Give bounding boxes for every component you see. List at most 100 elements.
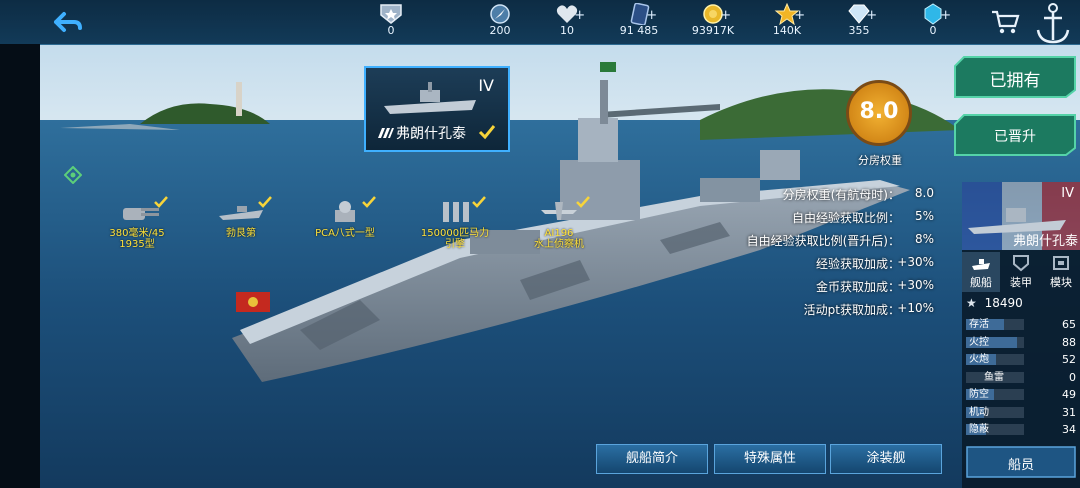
check-icon [576, 196, 590, 208]
check-icon [154, 196, 168, 208]
bonus-value: +10% [897, 301, 934, 315]
stat-label: 火炮 [969, 354, 989, 365]
owned-button[interactable]: 已拥有 [954, 56, 1076, 98]
add-heart-button[interactable]: + [574, 8, 585, 23]
add-gold-button[interactable]: + [720, 8, 731, 23]
selected-ship-card[interactable]: IV 弗朗什孔泰 [364, 66, 510, 152]
armor-tab-icon [1013, 255, 1029, 272]
ship-rating: ★ 18490 [966, 296, 1023, 310]
stat-value: 0 [1069, 370, 1076, 384]
bonus-label: 经验获取加成： [815, 257, 900, 271]
stat-value: 31 [1062, 405, 1076, 419]
portrait-tier: IV [1061, 186, 1074, 201]
module-label: 勃艮第 [226, 228, 256, 239]
stat-label: 鱼雷 [984, 371, 1004, 383]
bonus-row: 自由经验获取比例： 5% [700, 209, 940, 227]
module-sublabel: 引擎 [445, 239, 465, 250]
stat-label: 隐蔽 [969, 424, 989, 435]
add-gem-button[interactable]: + [940, 8, 951, 23]
module-aircraft[interactable]: AI196 水上侦察机 [514, 196, 604, 256]
shopping-cart-icon [992, 10, 1020, 34]
check-icon [362, 196, 376, 208]
module-main-gun[interactable]: 380毫米/45 1935型 [92, 196, 182, 256]
left-screen-edge [0, 44, 40, 488]
tab-label: 舰船 [970, 276, 992, 289]
room-weight-label: 分房权重 [858, 154, 902, 167]
stat-label: 防空 [969, 389, 989, 400]
bonus-row: 经验获取加成： +30% [700, 255, 940, 273]
module-fire-control[interactable]: PCA八式一型 [300, 196, 390, 256]
stat-label: 存活 [969, 319, 989, 330]
promoted-button[interactable]: 已晋升 [954, 114, 1076, 156]
add-card-button[interactable]: + [646, 8, 657, 23]
rank-badge-counter: 0 [346, 0, 436, 44]
ship-portrait: IV 弗朗什孔泰 [962, 182, 1080, 250]
ship-stats-panel: IV 弗朗什孔泰 舰船 装甲 模块 ★ 18490 存活 65 火控 88 火炮 52 鱼雷… [962, 182, 1080, 488]
bonus-label: 自由经验获取比例： [791, 211, 900, 225]
tab-module[interactable]: 模块 [1042, 252, 1080, 292]
gem-counter: + 0 [888, 0, 978, 44]
back-button[interactable] [44, 6, 90, 38]
shop-button[interactable] [990, 8, 1020, 36]
promoted-label: 已晋升 [994, 129, 1036, 145]
tab-armor[interactable]: 装甲 [1002, 252, 1040, 292]
module-label: AI196 [544, 228, 574, 239]
ship-tier: IV [478, 76, 494, 95]
stat-row: 火炮 52 [966, 353, 1078, 366]
bonus-label: 金币获取加成： [815, 280, 900, 294]
ship-tab-icon [972, 259, 990, 270]
tab-label: 装甲 [1010, 276, 1032, 289]
skin-button[interactable]: 涂装舰 [830, 444, 942, 474]
rating-star-icon: ★ [966, 296, 977, 310]
module-tab-icon [1053, 256, 1069, 270]
add-star-button[interactable]: + [794, 8, 805, 23]
bonus-row: 自由经验获取比例(晋升后)： 8% [700, 232, 940, 250]
resource-value: 0 [929, 24, 937, 37]
compass-marker-icon[interactable] [64, 166, 82, 184]
module-hull[interactable]: 勃艮第 [196, 196, 286, 256]
add-diamond-button[interactable]: + [866, 8, 877, 23]
portrait-ship-name: 弗朗什孔泰 [1012, 234, 1078, 249]
owned-label: 已拥有 [989, 71, 1041, 91]
stat-row: 机动 31 [966, 406, 1078, 419]
tab-ship[interactable]: 舰船 [962, 252, 1000, 292]
module-label: 380毫米/45 [109, 228, 165, 239]
room-weight-score: 8.0 [846, 80, 912, 146]
module-engine[interactable]: 150000匹马力 引擎 [410, 196, 500, 256]
bonus-row: 活动pt获取加成： +10% [700, 301, 940, 319]
bonus-label: 活动pt获取加成： [803, 303, 900, 317]
stat-value: 88 [1062, 335, 1076, 349]
crew-button[interactable]: 船员 [966, 446, 1076, 478]
bonus-row: 金币获取加成： +30% [700, 278, 940, 296]
bonus-value: 5% [914, 209, 934, 223]
special-attributes-button[interactable]: 特殊属性 [714, 444, 826, 474]
stat-row: 隐蔽 34 [966, 423, 1078, 436]
crew-label: 船员 [1007, 458, 1034, 473]
ship-name: 弗朗什孔泰 [396, 126, 466, 142]
compass-icon [490, 4, 510, 24]
stat-row: 防空 49 [966, 388, 1078, 401]
bonus-row: 分房权重(有航母时)： 8.0 [700, 186, 940, 204]
ship-thumbnail-icon [384, 82, 476, 114]
port-button[interactable] [1030, 0, 1076, 48]
stat-label: 机动 [969, 406, 989, 418]
top-resource-bar: 0 200 + 10 + 91 485 + 93917K + 140K + 35… [0, 0, 1080, 45]
rating-value: 18490 [984, 296, 1023, 310]
stat-value: 49 [1062, 388, 1076, 401]
bonus-label: 分房权重(有航母时)： [782, 188, 900, 202]
module-label: 150000匹马力 [420, 228, 490, 239]
bonus-label: 自由经验获取比例(晋升后)： [746, 234, 900, 248]
back-arrow-icon [54, 12, 82, 32]
bonus-value: +30% [897, 278, 934, 292]
tab-label: 模块 [1050, 276, 1072, 289]
bonus-value: 8.0 [914, 186, 934, 200]
stat-value: 52 [1062, 353, 1076, 366]
stat-label: 火控 [969, 336, 989, 348]
stat-value: 65 [1062, 318, 1076, 331]
resource-value: 0 [387, 24, 395, 37]
check-icon [258, 196, 272, 208]
rank-badge-icon [380, 4, 402, 24]
check-icon [478, 125, 496, 140]
stat-value: 34 [1062, 423, 1076, 436]
ship-intro-button[interactable]: 舰船简介 [596, 444, 708, 474]
